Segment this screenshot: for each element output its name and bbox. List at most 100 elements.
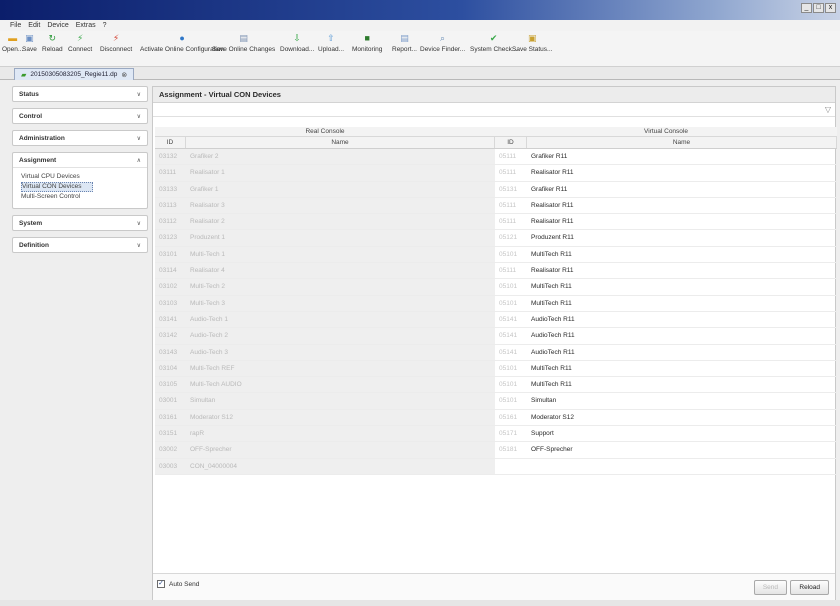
- toolbar-report-button[interactable]: ▤ Report...: [392, 33, 417, 53]
- close-button[interactable]: x: [825, 3, 836, 13]
- toolbar-upload-button[interactable]: ⇧ Upload...: [318, 33, 344, 53]
- table-row[interactable]: 03142 Audio-Tech 2 05141 AudioTech R11: [155, 328, 837, 345]
- virtual-name-cell: Grafiker R11: [531, 185, 568, 193]
- virtual-name-cell: AudioTech R11: [531, 348, 575, 356]
- real-name-cell: Multi-Tech REF: [186, 360, 495, 377]
- chevron-up-icon[interactable]: ∧: [137, 157, 141, 164]
- page-title: Assignment - Virtual CON Devices: [153, 87, 835, 103]
- table-row[interactable]: 03003 CON_04000004: [155, 458, 837, 475]
- table-row[interactable]: 03132 Grafiker 2 05111 Grafiker R11: [155, 149, 837, 166]
- sidebar-item-multi-screen-control[interactable]: Multi-Screen Control: [21, 192, 141, 202]
- col-virtual-name[interactable]: Name: [527, 137, 837, 148]
- menu-extras[interactable]: Extras: [76, 22, 96, 29]
- toolbar-label: Save Status...: [512, 46, 553, 53]
- maximize-button[interactable]: □: [813, 3, 824, 13]
- chevron-down-icon[interactable]: ∨: [137, 135, 141, 142]
- device-finder-icon: ⌕: [440, 33, 446, 43]
- sidebar-header-assignment[interactable]: Assignment ∧: [13, 153, 147, 167]
- sidebar-header-system[interactable]: System ∨: [13, 216, 147, 230]
- table-row[interactable]: 03105 Multi-Tech AUDIO 05101 MultiTech R11: [155, 377, 837, 394]
- toolbar-save-button[interactable]: ▣ Save: [22, 33, 37, 53]
- table-row[interactable]: 03141 Audio-Tech 1 05141 AudioTech R11: [155, 311, 837, 329]
- menu-help[interactable]: ?: [103, 22, 107, 29]
- table-row[interactable]: 03112 Realisator 2 05111 Realisator R11: [155, 214, 837, 231]
- table-row[interactable]: 03113 Realisator 3 05111 Realisator R11: [155, 197, 837, 215]
- table-row[interactable]: 03123 Produzent 1 05121 Produzent R11: [155, 230, 837, 247]
- close-tab-icon[interactable]: ⊗: [121, 71, 127, 79]
- toolbar-disconnect-button[interactable]: ⚡ Disconnect: [100, 33, 132, 53]
- toolbar-system-check-button[interactable]: ✔ System Check...: [470, 33, 517, 53]
- toolbar-label: Report...: [392, 46, 417, 53]
- sidebar-item-virtual-cpu-devices[interactable]: Virtual CPU Devices: [21, 172, 141, 182]
- table-row[interactable]: 03114 Realisator 4 05111 Realisator R11: [155, 263, 837, 280]
- toolbar-monitoring-button[interactable]: ■ Monitoring: [352, 33, 382, 53]
- toolbar-device-finder-button[interactable]: ⌕ Device Finder...: [420, 33, 465, 53]
- virtual-id-cell: 05111: [499, 218, 517, 226]
- save-icon: ▣: [25, 33, 34, 43]
- table-row[interactable]: 03103 Multi-Tech 3 05101 MultiTech R11: [155, 295, 837, 312]
- upload-icon: ⇧: [327, 33, 335, 43]
- auto-send-checkbox[interactable]: ✓: [157, 580, 165, 588]
- real-name-cell: Multi-Tech 1: [186, 246, 495, 263]
- activate-icon: ●: [179, 33, 185, 43]
- minimize-button[interactable]: _: [801, 3, 812, 13]
- filter-row: ▽: [153, 103, 835, 117]
- auto-send-label: Auto Send: [169, 580, 200, 588]
- filter-icon[interactable]: ▽: [825, 105, 831, 114]
- chevron-down-icon[interactable]: ∨: [137, 91, 141, 98]
- sidebar-header-control[interactable]: Control ∨: [13, 109, 147, 123]
- real-id-cell: 03151: [155, 426, 186, 442]
- status-bar: [0, 600, 840, 606]
- table-row[interactable]: 03161 Moderator S12 05161 Moderator S12: [155, 409, 837, 427]
- virtual-name-cell: MultiTech R11: [531, 381, 572, 389]
- toolbar-connect-button[interactable]: ⚡ Connect: [68, 33, 92, 53]
- sidebar-header-status[interactable]: Status ∨: [13, 87, 147, 101]
- table-row[interactable]: 03133 Grafiker 1 05131 Grafiker R11: [155, 181, 837, 198]
- table-row[interactable]: 03143 Audio-Tech 3 05141 AudioTech R11: [155, 344, 837, 361]
- send-button[interactable]: Send: [753, 580, 787, 595]
- menu-device[interactable]: Device: [47, 22, 68, 29]
- table-row[interactable]: 03111 Realisator 1 05111 Realisator R11: [155, 165, 837, 182]
- sidebar-section-title: Definition: [19, 241, 49, 249]
- real-name-cell: Produzent 1: [186, 230, 495, 246]
- sidebar-item-virtual-con-devices[interactable]: Virtual CON Devices: [21, 182, 93, 192]
- toolbar-label: Disconnect: [100, 46, 133, 53]
- real-name-cell: Grafiker 1: [186, 181, 495, 197]
- chevron-down-icon[interactable]: ∨: [137, 113, 141, 120]
- toolbar-folder-button[interactable]: ▬ Open...: [2, 33, 23, 53]
- col-real-name[interactable]: Name: [186, 137, 495, 148]
- menu-file[interactable]: File: [10, 22, 21, 29]
- sidebar-header-administration[interactable]: Administration ∨: [13, 131, 147, 145]
- toolbar-download-button[interactable]: ⇩ Download...: [280, 33, 314, 53]
- file-tab[interactable]: ▰ 20150305083205_Regie11.dp ⊗: [14, 68, 135, 80]
- chevron-down-icon[interactable]: ∨: [137, 220, 141, 227]
- virtual-name-cell: AudioTech R11: [531, 315, 575, 323]
- table-row[interactable]: 03151 rapR 05171 Support: [155, 426, 837, 443]
- reload-button[interactable]: Reload: [790, 580, 829, 595]
- virtual-name-cell: Simultan: [531, 397, 557, 405]
- real-id-cell: 03003: [155, 458, 186, 474]
- auto-send-toggle[interactable]: ✓ Auto Send: [157, 580, 199, 588]
- toolbar-reload-button[interactable]: ↻ Reload: [42, 33, 63, 53]
- table-row[interactable]: 03102 Multi-Tech 2 05101 MultiTech R11: [155, 279, 837, 296]
- virtual-name-cell: Realisator R11: [531, 201, 574, 209]
- menu-edit[interactable]: Edit: [28, 22, 40, 29]
- table-row[interactable]: 03002 OFF-Sprecher 05181 OFF-Sprecher: [155, 442, 837, 459]
- sidebar-header-definition[interactable]: Definition ∨: [13, 238, 147, 252]
- menu-bar: File Edit Device Extras ?: [0, 20, 840, 31]
- toolbar-save-changes-button[interactable]: ▤ Save Online Changes: [212, 33, 275, 53]
- col-real-id[interactable]: ID: [155, 137, 186, 148]
- real-name-cell: CON_04000004: [186, 458, 495, 474]
- chevron-down-icon[interactable]: ∨: [137, 242, 141, 249]
- toolbar-label: Open...: [2, 46, 24, 53]
- table-row[interactable]: 03001 Simultan 05101 Simultan: [155, 393, 837, 410]
- toolbar-save-status-button[interactable]: ▣ Save Status...: [512, 33, 552, 53]
- sidebar-section-title: Assignment: [19, 156, 57, 164]
- table-row[interactable]: 03101 Multi-Tech 1 05101 MultiTech R11: [155, 246, 837, 264]
- file-tab-bar: ▰ 20150305083205_Regie11.dp ⊗: [0, 67, 840, 80]
- virtual-id-cell: 05111: [499, 169, 517, 177]
- virtual-name-cell: MultiTech R11: [531, 283, 572, 291]
- real-id-cell: 03132: [155, 149, 186, 165]
- col-virtual-id[interactable]: ID: [495, 137, 527, 148]
- table-row[interactable]: 03104 Multi-Tech REF 05101 MultiTech R11: [155, 360, 837, 378]
